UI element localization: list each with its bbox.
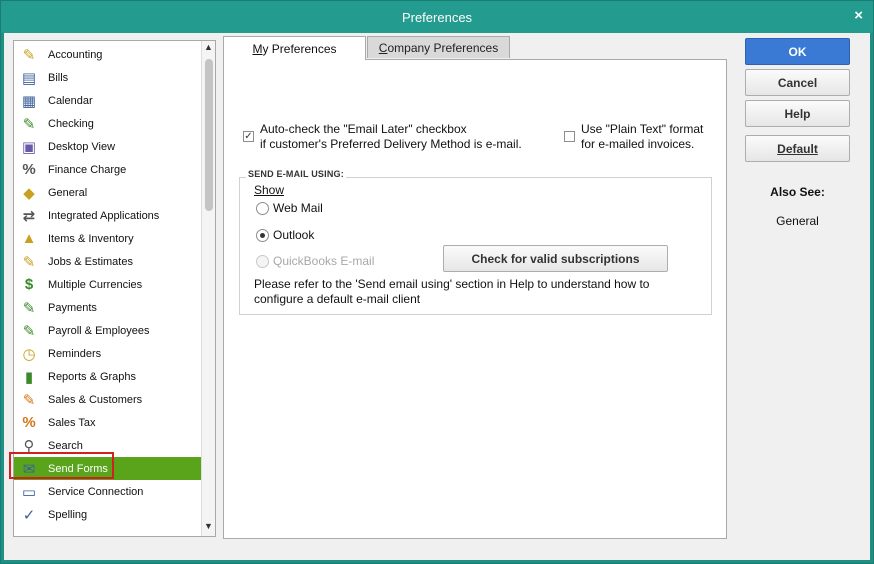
integrated-applications-icon: ⇄ bbox=[22, 207, 36, 225]
sidebar-item-bills[interactable]: ▤ Bills bbox=[14, 66, 201, 89]
multiple-currencies-icon: $ bbox=[24, 276, 34, 293]
send-email-help-text: Please refer to the 'Send email using' s… bbox=[254, 277, 650, 306]
sidebar-item-label: Payroll & Employees bbox=[48, 324, 150, 337]
sidebar-item-desktop-view[interactable]: ▣ Desktop View bbox=[14, 135, 201, 158]
sidebar-item-label: Jobs & Estimates bbox=[48, 255, 133, 268]
send-forms-icon: ✉ bbox=[22, 460, 36, 478]
sales-tax-icon: % bbox=[22, 414, 36, 431]
email-later-checkbox[interactable] bbox=[243, 131, 254, 142]
sidebar-item-label: General bbox=[48, 186, 88, 199]
preferences-window: Preferences × ▲ ▼ ✎ Accounting ▤ Bills ▦ Cale… bbox=[0, 0, 874, 564]
reminders-icon: ◷ bbox=[22, 345, 36, 363]
sidebar-item-payroll-employees[interactable]: ✎ Payroll & Employees bbox=[14, 319, 201, 342]
sidebar-item-integrated-applications[interactable]: ⇄ Integrated Applications bbox=[14, 204, 201, 227]
title-bar: Preferences × bbox=[1, 1, 873, 33]
sidebar-item-label: Integrated Applications bbox=[48, 209, 160, 222]
scroll-down-icon[interactable]: ▼ bbox=[202, 521, 215, 535]
tab-my-preferences-label: My Preferences bbox=[252, 41, 337, 56]
calendar-icon: ▦ bbox=[21, 92, 37, 110]
general-icon: ◆ bbox=[23, 184, 35, 202]
payroll-employees-icon: ✎ bbox=[22, 322, 36, 340]
preferences-category-list[interactable]: ▲ ▼ ✎ Accounting ▤ Bills ▦ Calendar ✎ Checking ▣… bbox=[13, 40, 216, 537]
spelling-icon: ✓ bbox=[22, 506, 36, 524]
also-see-heading: Also See: bbox=[770, 185, 825, 199]
default-button[interactable]: Default bbox=[745, 135, 850, 162]
my-preferences-panel: Auto-check the "Email Later" checkbox if… bbox=[223, 59, 727, 539]
dialog-body: ▲ ▼ ✎ Accounting ▤ Bills ▦ Calendar ✎ Checking ▣… bbox=[4, 33, 870, 560]
sidebar-item-label: Service Connection bbox=[48, 485, 144, 498]
search-icon: ⚲ bbox=[23, 437, 35, 455]
bills-icon: ▤ bbox=[21, 69, 37, 87]
sidebar-item-label: Sales Tax bbox=[48, 416, 96, 429]
checking-icon: ✎ bbox=[22, 115, 36, 133]
outlook-radio[interactable] bbox=[256, 229, 269, 242]
sidebar-item-label: Spelling bbox=[48, 508, 88, 521]
tab-company-preferences[interactable]: Company Preferences bbox=[367, 36, 510, 58]
sidebar-item-jobs-estimates[interactable]: ✎ Jobs & Estimates bbox=[14, 250, 201, 273]
show-label: Show bbox=[254, 183, 285, 197]
sidebar-item-label: Checking bbox=[48, 117, 94, 130]
plain-text-checkbox[interactable] bbox=[564, 131, 575, 142]
also-see-general-link[interactable]: General bbox=[745, 214, 850, 228]
category-list-scrollbar[interactable]: ▲ ▼ bbox=[201, 41, 215, 536]
sidebar-item-general[interactable]: ◆ General bbox=[14, 181, 201, 204]
sidebar-item-search[interactable]: ⚲ Search bbox=[14, 434, 201, 457]
service-connection-icon: ▭ bbox=[21, 483, 37, 501]
sidebar-item-spelling[interactable]: ✓ Spelling bbox=[14, 503, 201, 526]
sidebar-item-reminders[interactable]: ◷ Reminders bbox=[14, 342, 201, 365]
sidebar-item-label: Reminders bbox=[48, 347, 102, 360]
desktop-view-icon: ▣ bbox=[21, 138, 37, 156]
sidebar-item-items-inventory[interactable]: ▲ Items & Inventory bbox=[14, 227, 201, 250]
items-inventory-icon: ▲ bbox=[21, 230, 37, 247]
sidebar-item-sales-tax[interactable]: % Sales Tax bbox=[14, 411, 201, 434]
sidebar-item-label: Payments bbox=[48, 301, 97, 314]
sidebar-item-sales-customers[interactable]: ✎ Sales & Customers bbox=[14, 388, 201, 411]
payments-icon: ✎ bbox=[22, 299, 36, 317]
tab-my-preferences[interactable]: My Preferences bbox=[223, 36, 366, 60]
sidebar-item-label: Reports & Graphs bbox=[48, 370, 137, 383]
cancel-button[interactable]: Cancel bbox=[745, 69, 850, 96]
sidebar-item-calendar[interactable]: ▦ Calendar bbox=[14, 89, 201, 112]
scrollbar-thumb[interactable] bbox=[205, 59, 213, 211]
ok-button[interactable]: OK bbox=[745, 38, 850, 65]
scroll-up-icon[interactable]: ▲ bbox=[202, 42, 215, 56]
tab-company-preferences-label: Company Preferences bbox=[378, 40, 499, 55]
sidebar-item-label: Bills bbox=[48, 71, 69, 84]
sidebar-item-label: Send Forms bbox=[48, 462, 108, 475]
plain-text-label: Use "Plain Text" format for e-mailed inv… bbox=[581, 122, 704, 151]
quickbooks-email-radio[interactable] bbox=[256, 255, 269, 268]
check-subscriptions-button[interactable]: Check for valid subscriptions bbox=[443, 245, 668, 272]
sidebar-item-accounting[interactable]: ✎ Accounting bbox=[14, 43, 201, 66]
sidebar-item-label: Search bbox=[48, 439, 83, 452]
close-icon[interactable]: × bbox=[854, 7, 863, 24]
jobs-estimates-icon: ✎ bbox=[22, 253, 36, 271]
sidebar-item-label: Accounting bbox=[48, 48, 103, 61]
web-mail-radio[interactable] bbox=[256, 202, 269, 215]
accounting-icon: ✎ bbox=[22, 46, 36, 64]
sidebar-item-label: Multiple Currencies bbox=[48, 278, 143, 291]
sidebar-item-send-forms[interactable]: ✉ Send Forms bbox=[14, 457, 201, 480]
sidebar-item-multiple-currencies[interactable]: $ Multiple Currencies bbox=[14, 273, 201, 296]
outlook-label: Outlook bbox=[273, 228, 315, 242]
window-title: Preferences bbox=[401, 10, 473, 25]
reports-graphs-icon: ▮ bbox=[24, 368, 34, 386]
finance-charge-icon: % bbox=[22, 161, 36, 178]
sidebar-item-payments[interactable]: ✎ Payments bbox=[14, 296, 201, 319]
sidebar-item-label: Desktop View bbox=[48, 140, 116, 153]
send-email-group-label: SEND E-MAIL USING: bbox=[246, 169, 346, 179]
help-button[interactable]: Help bbox=[745, 100, 850, 127]
sidebar-item-service-connection[interactable]: ▭ Service Connection bbox=[14, 480, 201, 503]
web-mail-label: Web Mail bbox=[273, 201, 323, 215]
quickbooks-email-label: QuickBooks E-mail bbox=[273, 254, 375, 268]
sidebar-item-label: Items & Inventory bbox=[48, 232, 134, 245]
sidebar-item-reports-graphs[interactable]: ▮ Reports & Graphs bbox=[14, 365, 201, 388]
sidebar-item-label: Sales & Customers bbox=[48, 393, 143, 406]
sidebar-item-finance-charge[interactable]: % Finance Charge bbox=[14, 158, 201, 181]
email-later-label: Auto-check the "Email Later" checkbox if… bbox=[260, 122, 522, 151]
sidebar-item-checking[interactable]: ✎ Checking bbox=[14, 112, 201, 135]
sidebar-item-label: Finance Charge bbox=[48, 163, 127, 176]
sidebar-item-label: Calendar bbox=[48, 94, 93, 107]
sales-customers-icon: ✎ bbox=[22, 391, 36, 409]
